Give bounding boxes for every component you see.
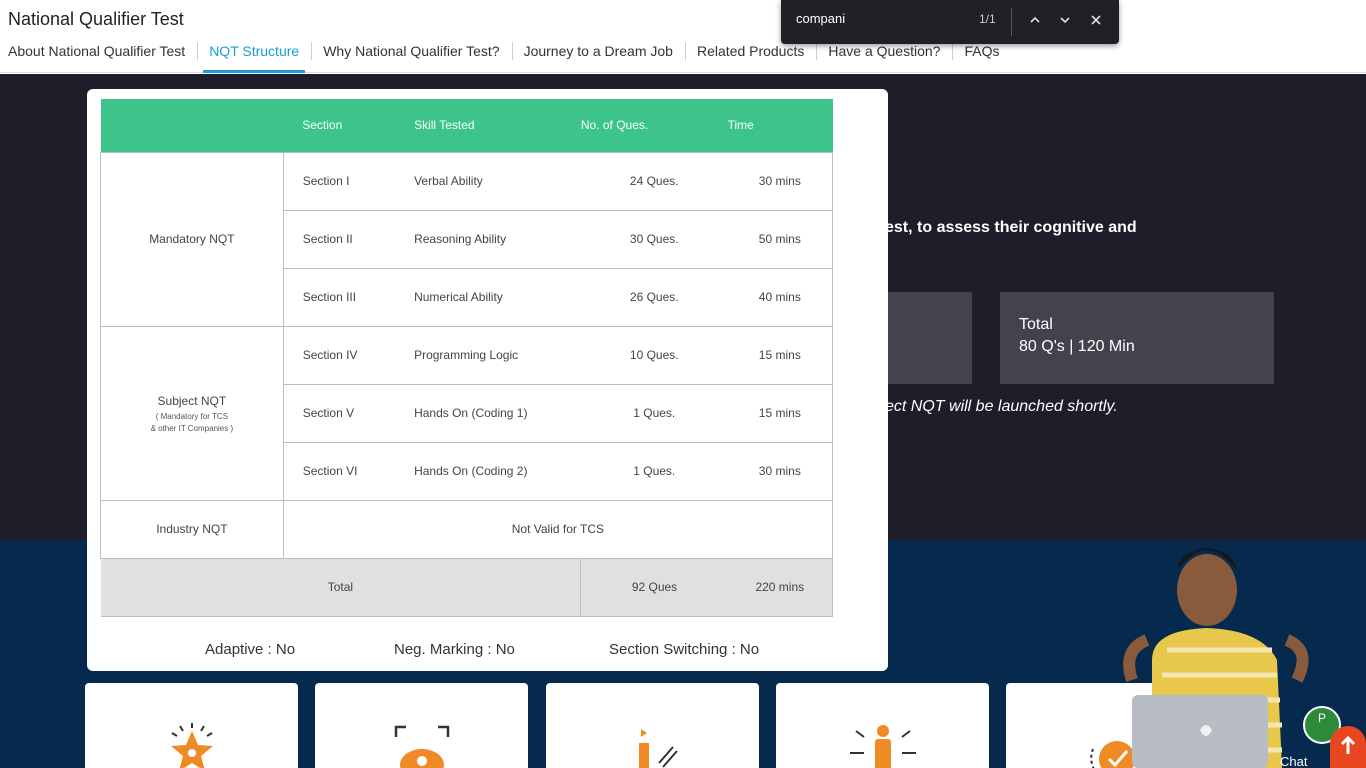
total-stat-box: Total 80 Q's | 120 Min: [1000, 292, 1274, 384]
feature-tile[interactable]: [776, 683, 989, 768]
section-cell: Section III: [283, 267, 415, 327]
nqt-structure-card: Section Skill Tested No. of Ques. Time M…: [87, 89, 888, 671]
skill-cell: Programming Logic: [414, 325, 581, 385]
total-label-cell: Total: [100, 557, 582, 617]
time-cell: 50 mins: [727, 209, 833, 269]
industry-value-cell: Not Valid for TCS: [283, 499, 834, 559]
nav-tab-nqt-structure[interactable]: NQT Structure: [197, 40, 311, 73]
time-cell: 30 mins: [727, 151, 833, 211]
career-person-icon: [849, 725, 916, 768]
group-cell-industry: Industry NQT: [100, 499, 284, 559]
total-questions-cell: 92 Ques: [580, 557, 728, 617]
chat-label[interactable]: Chat: [1280, 754, 1307, 768]
header-cell-group: [100, 99, 284, 152]
time-cell: 30 mins: [727, 441, 833, 501]
section-cell: Section II: [283, 209, 415, 269]
total-stat-label: Total: [1019, 316, 1053, 333]
skill-cell: Hands On (Coding 1): [414, 383, 581, 443]
header-cell-section: Section: [283, 99, 415, 152]
find-divider: [1011, 8, 1012, 36]
nav-tab-have-question[interactable]: Have a Question?: [816, 40, 952, 73]
feature-tile[interactable]: [315, 683, 528, 768]
find-next-button[interactable]: [1054, 10, 1076, 32]
group-label-subject: Subject NQT: [157, 394, 227, 409]
table-row: Mandatory NQT Section I Verbal Ability 2…: [100, 151, 833, 327]
total-stat-value: 80 Q's | 120 Min: [1019, 338, 1135, 355]
questions-cell: 24 Ques.: [580, 151, 728, 211]
section-nav: About National Qualifier Test NQT Struct…: [0, 40, 1011, 73]
feature-tile[interactable]: [85, 683, 298, 768]
section-cell: Section VI: [283, 441, 415, 501]
questions-cell: 1 Ques.: [580, 383, 728, 443]
skill-cell: Numerical Ability: [414, 267, 581, 327]
stat-box: [888, 292, 972, 384]
skill-cell: Hands On (Coding 2): [414, 441, 581, 501]
nav-tab-faqs[interactable]: FAQs: [952, 40, 1011, 73]
close-icon: [1091, 15, 1101, 25]
checklist-pen-icon: [638, 729, 678, 768]
site-title: National Qualifier Test: [8, 9, 184, 29]
find-close-button[interactable]: [1085, 10, 1107, 32]
table-total-row: Total 92 Ques 220 mins: [100, 557, 833, 617]
neg-marking-info: Neg. Marking : No: [394, 641, 515, 658]
total-time-cell: 220 mins: [727, 557, 833, 617]
launch-note-fragment: ect NQT will be launched shortly.: [885, 398, 1118, 415]
table-header-row: Section Skill Tested No. of Ques. Time: [100, 99, 833, 152]
chevron-up-icon: [1030, 16, 1040, 23]
group-note-line-1: ( Mandatory for TCS: [155, 412, 229, 422]
nav-tab-related-products[interactable]: Related Products: [684, 40, 816, 73]
arrow-up-icon: [1340, 735, 1356, 754]
chevron-down-icon: [1060, 17, 1070, 24]
questions-cell: 30 Ques.: [580, 209, 728, 269]
section-switching-info: Section Switching : No: [609, 641, 760, 658]
questions-cell: 26 Ques.: [580, 267, 728, 327]
questions-cell: 1 Ques.: [580, 441, 728, 501]
table-row-industry: Industry NQT Not Valid for TCS: [100, 499, 834, 559]
questions-cell: 10 Ques.: [580, 325, 728, 385]
skill-cell: Verbal Ability: [414, 151, 581, 211]
time-cell: 40 mins: [727, 267, 833, 327]
time-cell: 15 mins: [727, 325, 833, 385]
site-header: National Qualifier Test About National Q…: [0, 0, 1366, 73]
star-award-icon: [170, 723, 213, 768]
header-cell-skill: Skill Tested: [414, 99, 581, 152]
skill-cell: Reasoning Ability: [414, 209, 581, 269]
find-input[interactable]: compani: [796, 11, 946, 26]
group-cell-subject: Subject NQT ( Mandatory for TCS & other …: [100, 325, 284, 501]
nav-tab-why-nqt[interactable]: Why National Qualifier Test?: [311, 40, 511, 73]
feature-tile[interactable]: [546, 683, 759, 768]
nav-tab-about[interactable]: About National Qualifier Test: [0, 40, 197, 73]
group-note-line-2: & other IT Companies ): [150, 423, 234, 433]
find-previous-button[interactable]: [1024, 10, 1046, 32]
time-cell: 15 mins: [727, 383, 833, 443]
header-cell-questions: No. of Ques.: [580, 99, 728, 152]
header-cell-time: Time: [727, 99, 833, 152]
nqt-structure-table: Section Skill Tested No. of Ques. Time M…: [100, 99, 834, 617]
nav-tab-journey[interactable]: Journey to a Dream Job: [511, 40, 685, 73]
adaptive-info: Adaptive : No: [205, 641, 296, 658]
section-cell: Section IV: [283, 325, 415, 385]
find-match-count: 1/1: [979, 12, 996, 26]
group-cell-mandatory: Mandatory NQT: [100, 151, 284, 327]
camera-focus-icon: [394, 725, 449, 768]
section-cell: Section I: [283, 151, 415, 211]
table-row: Subject NQT ( Mandatory for TCS & other …: [100, 325, 833, 501]
scroll-to-top-button[interactable]: [1330, 726, 1366, 768]
find-bar: compani 1/1: [781, 0, 1119, 44]
section-cell: Section V: [283, 383, 415, 443]
hero-description-fragment: est, to assess their cognitive and: [885, 219, 1137, 236]
